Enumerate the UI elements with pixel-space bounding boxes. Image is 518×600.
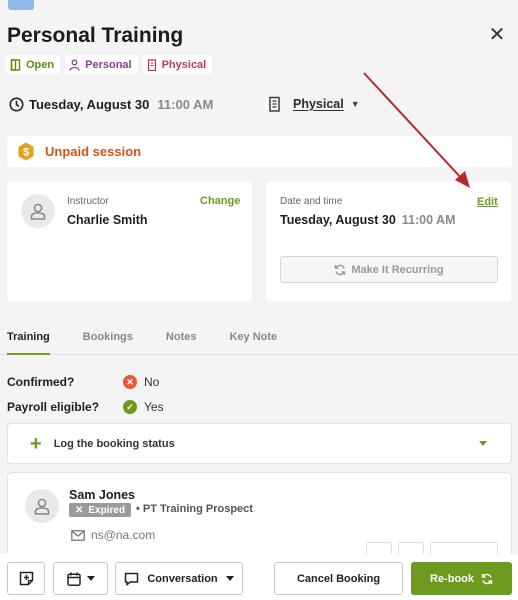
cross-icon: ✕ bbox=[123, 375, 137, 389]
tab-bookings[interactable]: Bookings bbox=[83, 322, 133, 355]
schedule-time: 11:00 AM bbox=[157, 97, 214, 112]
refresh-icon bbox=[481, 573, 493, 584]
confirmed-label: Confirmed? bbox=[7, 375, 75, 389]
status-badge-label: Expired bbox=[88, 504, 126, 516]
add-note-button[interactable] bbox=[7, 562, 45, 595]
note-plus-icon bbox=[19, 571, 33, 586]
close-icon[interactable]: ✕ bbox=[487, 25, 507, 45]
conversation-label: Conversation bbox=[147, 572, 218, 585]
avatar bbox=[21, 194, 55, 228]
chat-icon bbox=[125, 572, 139, 586]
payroll-value: ✓ Yes bbox=[123, 400, 164, 414]
payroll-label: Payroll eligible? bbox=[7, 400, 100, 414]
person-icon bbox=[69, 59, 80, 71]
chevron-down-icon: ▼ bbox=[350, 99, 360, 109]
page-title: Personal Training bbox=[7, 24, 184, 47]
payment-status-banner: $ Unpaid session bbox=[7, 136, 512, 167]
datetime-time: 11:00 AM bbox=[401, 213, 456, 227]
instructor-name: Charlie Smith bbox=[67, 213, 148, 227]
refresh-icon bbox=[335, 264, 346, 275]
datetime-date: Tuesday, August 30 bbox=[280, 213, 396, 227]
client-type-label: PT Training Prospect bbox=[142, 503, 253, 515]
cancel-booking-button[interactable]: Cancel Booking bbox=[274, 562, 403, 595]
log-booking-status-label: Log the booking status bbox=[53, 437, 175, 450]
clock-icon bbox=[9, 97, 24, 112]
chevron-down-icon bbox=[225, 576, 234, 581]
calendar-dropdown-button[interactable] bbox=[53, 562, 108, 595]
person-icon bbox=[34, 498, 50, 515]
status-badge: ✕ Expired bbox=[69, 503, 132, 517]
log-booking-status-dropdown[interactable]: + Log the booking status bbox=[7, 423, 512, 464]
client-email-text: ns@na.com bbox=[91, 528, 156, 542]
dollar-badge-icon: $ bbox=[18, 142, 34, 161]
tag-open-label: Open bbox=[26, 58, 55, 71]
tab-notes[interactable]: Notes bbox=[166, 322, 197, 355]
client-email: ns@na.com bbox=[71, 528, 155, 542]
datetime-label: Date and time bbox=[280, 196, 343, 207]
client-type: • PT Training Prospect bbox=[136, 503, 253, 515]
change-instructor-link[interactable]: Change bbox=[200, 195, 240, 207]
datetime-card: Date and time Tuesday, August 30 11:00 AM… bbox=[266, 181, 511, 302]
payment-status-label: Unpaid session bbox=[45, 144, 142, 159]
instructor-card: Instructor Charlie Smith Change bbox=[7, 181, 252, 302]
schedule-row: Tuesday, August 30 11:00 AM bbox=[9, 97, 213, 112]
check-icon: ✓ bbox=[123, 400, 137, 414]
client-card: Sam Jones ✕ Expired • PT Training Prospec… bbox=[7, 472, 512, 562]
location-dropdown[interactable]: Physical ▼ bbox=[268, 96, 360, 112]
tab-key-note[interactable]: Key Note bbox=[229, 322, 277, 355]
plus-icon: + bbox=[30, 432, 42, 455]
tag-physical-label: Physical bbox=[161, 58, 207, 71]
calendar-icon bbox=[66, 572, 81, 586]
chevron-down-icon bbox=[479, 441, 487, 446]
avatar bbox=[25, 489, 59, 523]
mail-icon bbox=[71, 529, 85, 541]
edit-datetime-link[interactable]: Edit bbox=[477, 196, 498, 208]
tab-training[interactable]: Training bbox=[7, 322, 50, 355]
building-icon bbox=[269, 96, 280, 112]
confirmed-value: ✕ No bbox=[123, 375, 159, 389]
make-recurring-button[interactable]: Make It Recurring bbox=[280, 256, 498, 283]
instructor-label: Instructor bbox=[67, 196, 109, 207]
building-icon bbox=[147, 58, 156, 71]
top-tab-indicator bbox=[8, 0, 34, 10]
person-icon bbox=[30, 203, 46, 220]
confirmed-row: Confirmed? ✕ No bbox=[7, 375, 159, 389]
cancel-booking-label: Cancel Booking bbox=[296, 572, 381, 585]
schedule-date: Tuesday, August 30 bbox=[29, 97, 150, 112]
payroll-value-text: Yes bbox=[144, 400, 164, 414]
tab-bar: Training Bookings Notes Key Note bbox=[0, 322, 518, 355]
tag-list: Open Personal Physical bbox=[6, 55, 213, 74]
chevron-down-icon bbox=[86, 576, 95, 581]
rebook-label: Re-book bbox=[430, 572, 474, 585]
svg-text:$: $ bbox=[23, 147, 29, 159]
make-recurring-label: Make It Recurring bbox=[351, 263, 444, 276]
close-icon: ✕ bbox=[75, 504, 84, 516]
location-label: Physical bbox=[293, 97, 344, 111]
tag-physical: Physical bbox=[142, 55, 213, 74]
payroll-row: Payroll eligible? ✓ Yes bbox=[7, 400, 164, 414]
confirmed-value-text: No bbox=[144, 375, 160, 389]
tag-personal-label: Personal bbox=[85, 58, 132, 71]
door-icon bbox=[10, 58, 21, 71]
datetime-value: Tuesday, August 30 11:00 AM bbox=[280, 213, 456, 227]
tag-open: Open bbox=[6, 55, 61, 74]
tag-personal: Personal bbox=[65, 55, 138, 74]
rebook-button[interactable]: Re-book bbox=[411, 562, 512, 595]
client-name[interactable]: Sam Jones bbox=[69, 488, 135, 502]
conversation-dropdown-button[interactable]: Conversation bbox=[115, 562, 243, 595]
